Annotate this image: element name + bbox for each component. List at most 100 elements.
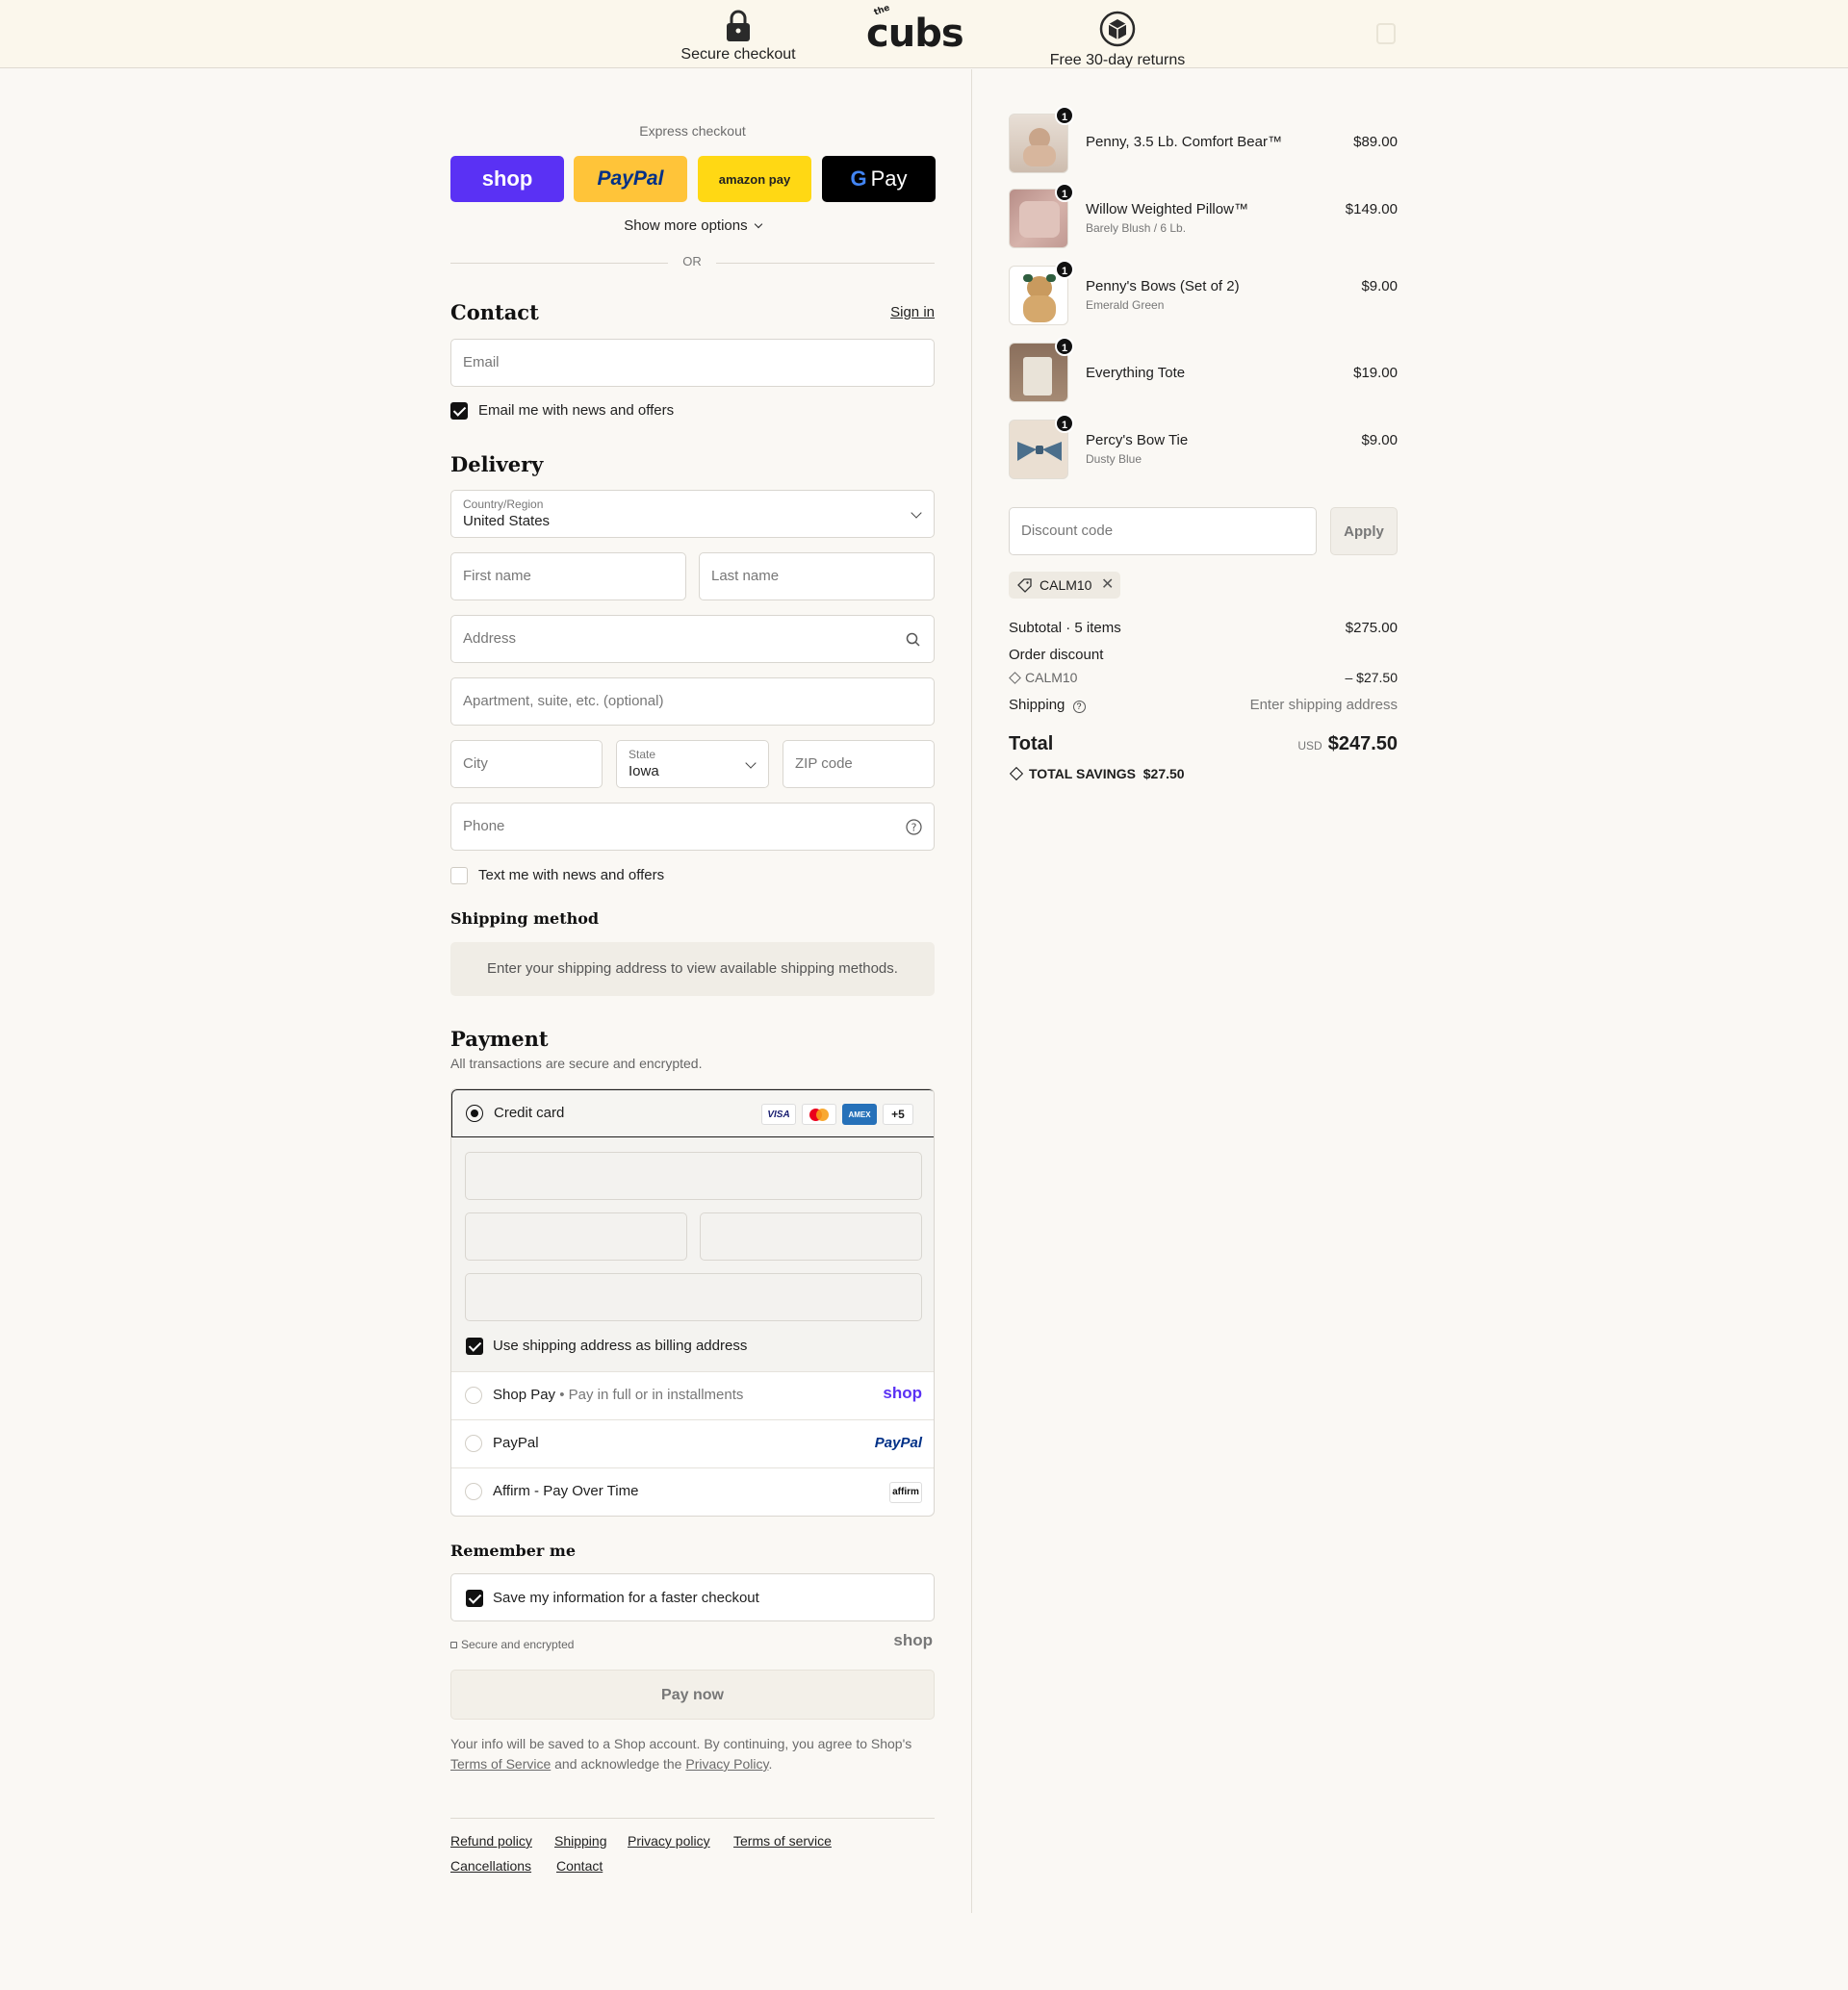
billing-address-checkbox[interactable] — [466, 1338, 483, 1355]
shop-pay-logo: shop — [883, 1384, 922, 1402]
cubs-logo[interactable]: the cubs — [866, 3, 964, 56]
item-variant: Barely Blush / 6 Lb. — [1086, 221, 1187, 235]
paypal-option[interactable]: PayPal PayPal — [451, 1419, 934, 1467]
order-discount-label: Order discount — [1009, 647, 1104, 663]
credit-card-radio[interactable] — [466, 1105, 483, 1122]
discount-code-field[interactable]: Discount code — [1009, 507, 1317, 555]
secure-note: Secure and encrypted — [450, 1638, 574, 1651]
or-label: OR — [668, 254, 716, 268]
phone-field[interactable]: Phone ? — [450, 803, 935, 851]
credit-card-option[interactable]: Credit card VISA AMEX +5 — [451, 1089, 934, 1137]
chevron-down-icon — [754, 219, 763, 229]
shipping-link[interactable]: Shipping — [554, 1833, 607, 1849]
refund-policy-link[interactable]: Refund policy — [450, 1833, 532, 1849]
apartment-field[interactable]: Apartment, suite, etc. (optional) — [450, 677, 935, 726]
shop-pay-label: Shop Pay • Pay in full or in installment… — [493, 1387, 744, 1403]
free-returns-badge: Free 30-day returns — [1042, 10, 1193, 69]
affirm-radio[interactable] — [465, 1483, 482, 1500]
paypal-logo: PayPal — [874, 1435, 922, 1451]
item-price: $19.00 — [1353, 365, 1398, 381]
show-more-options-link[interactable]: Show more options — [450, 217, 935, 234]
credit-card-label: Credit card — [494, 1105, 565, 1121]
item-name: Penny's Bows (Set of 2) — [1086, 278, 1240, 294]
sign-in-link[interactable]: Sign in — [890, 304, 935, 320]
item-name: Everything Tote — [1086, 365, 1186, 381]
amazon-pay-express-button[interactable]: amazon pay — [698, 156, 811, 202]
item-name: Percy's Bow Tie — [1086, 432, 1189, 448]
remember-me-heading: Remember me — [450, 1542, 576, 1560]
free-returns-label: Free 30-day returns — [1049, 52, 1186, 68]
remove-discount-icon[interactable]: ✕ — [1101, 574, 1114, 594]
quantity-badge: 1 — [1055, 183, 1074, 202]
item-variant: Dusty Blue — [1086, 452, 1142, 466]
shop-pay-option[interactable]: Shop Pay • Pay in full or in installment… — [451, 1371, 934, 1419]
secure-checkout-label: Secure checkout — [680, 46, 796, 63]
item-price: $9.00 — [1361, 278, 1398, 294]
item-price: $149.00 — [1345, 201, 1398, 217]
cancellations-link[interactable]: Cancellations — [450, 1858, 531, 1874]
tag-icon — [1017, 578, 1032, 593]
contact-link[interactable]: Contact — [556, 1858, 603, 1874]
help-icon[interactable]: ? — [906, 819, 922, 835]
search-icon — [906, 632, 920, 647]
payment-heading: Payment — [450, 1027, 549, 1051]
email-news-checkbox[interactable] — [450, 402, 468, 420]
apply-button[interactable]: Apply — [1330, 507, 1398, 555]
visa-icon: VISA — [761, 1104, 796, 1125]
city-field[interactable]: City — [450, 740, 603, 788]
security-code-field[interactable] — [700, 1212, 922, 1261]
text-news-label: Text me with news and offers — [478, 867, 665, 883]
text-news-checkbox[interactable] — [450, 867, 468, 884]
save-info-checkbox[interactable] — [466, 1590, 483, 1607]
terms-of-service-link[interactable]: Terms of Service — [450, 1756, 551, 1772]
box-return-icon — [1099, 11, 1136, 47]
paypal-express-button[interactable]: PayPal — [574, 156, 687, 202]
name-on-card-field[interactable] — [465, 1273, 922, 1321]
privacy-policy-link[interactable]: Privacy Policy — [685, 1756, 768, 1772]
mastercard-icon — [802, 1104, 836, 1125]
state-select[interactable]: State Iowa — [616, 740, 769, 788]
total-savings: TOTAL SAVINGS $27.50 — [1009, 766, 1185, 781]
shop-logo: shop — [893, 1631, 933, 1649]
quantity-badge: 1 — [1055, 337, 1074, 356]
lock-icon — [450, 1642, 457, 1648]
shop-pay-express-button[interactable]: shop — [450, 156, 564, 202]
address-field[interactable]: Address — [450, 615, 935, 663]
shop-pay-radio[interactable] — [465, 1387, 482, 1404]
country-select[interactable]: Country/Region United States — [450, 490, 935, 538]
pay-now-button[interactable]: Pay now — [450, 1670, 935, 1720]
google-pay-express-button[interactable]: G Pay — [822, 156, 936, 202]
billing-address-label: Use shipping address as billing address — [493, 1338, 748, 1354]
discount-code-line: CALM10 — [1009, 670, 1077, 685]
zip-field[interactable]: ZIP code — [783, 740, 935, 788]
paypal-radio[interactable] — [465, 1435, 482, 1452]
tag-icon — [1009, 672, 1021, 684]
affirm-label: Affirm - Pay Over Time — [493, 1483, 639, 1499]
credit-card-form: Use shipping address as billing address — [451, 1137, 934, 1371]
help-icon[interactable]: ? — [1072, 701, 1086, 713]
item-name: Willow Weighted Pillow™ — [1086, 201, 1248, 217]
email-field[interactable]: Email — [450, 339, 935, 387]
chevron-down-icon — [911, 507, 922, 519]
paypal-label: PayPal — [493, 1435, 539, 1451]
privacy-policy-footer-link[interactable]: Privacy policy — [628, 1833, 710, 1849]
affirm-option[interactable]: Affirm - Pay Over Time affirm — [451, 1467, 934, 1516]
item-price: $89.00 — [1353, 134, 1398, 150]
bag-icon[interactable] — [1376, 23, 1396, 44]
card-number-field[interactable] — [465, 1152, 922, 1200]
first-name-field[interactable]: First name — [450, 552, 686, 600]
subtotal-value: $275.00 — [1345, 620, 1398, 636]
item-price: $9.00 — [1361, 432, 1398, 448]
express-checkout-title: Express checkout — [639, 123, 746, 139]
payment-methods: Credit card VISA AMEX +5 Use shipping ad… — [450, 1088, 935, 1517]
last-name-field[interactable]: Last name — [699, 552, 935, 600]
terms-of-service-footer-link[interactable]: Terms of service — [733, 1833, 832, 1849]
contact-heading: Contact — [450, 300, 539, 324]
expiration-field[interactable] — [465, 1212, 687, 1261]
quantity-badge: 1 — [1055, 414, 1074, 433]
site-header: Secure checkout the cubs Free 30-day ret… — [0, 0, 1848, 68]
applied-discount-tag: CALM10 ✕ — [1009, 572, 1120, 599]
svg-text:?: ? — [911, 822, 917, 834]
payment-subtitle: All transactions are secure and encrypte… — [450, 1056, 703, 1071]
save-info-box[interactable]: Save my information for a faster checkou… — [450, 1573, 935, 1621]
